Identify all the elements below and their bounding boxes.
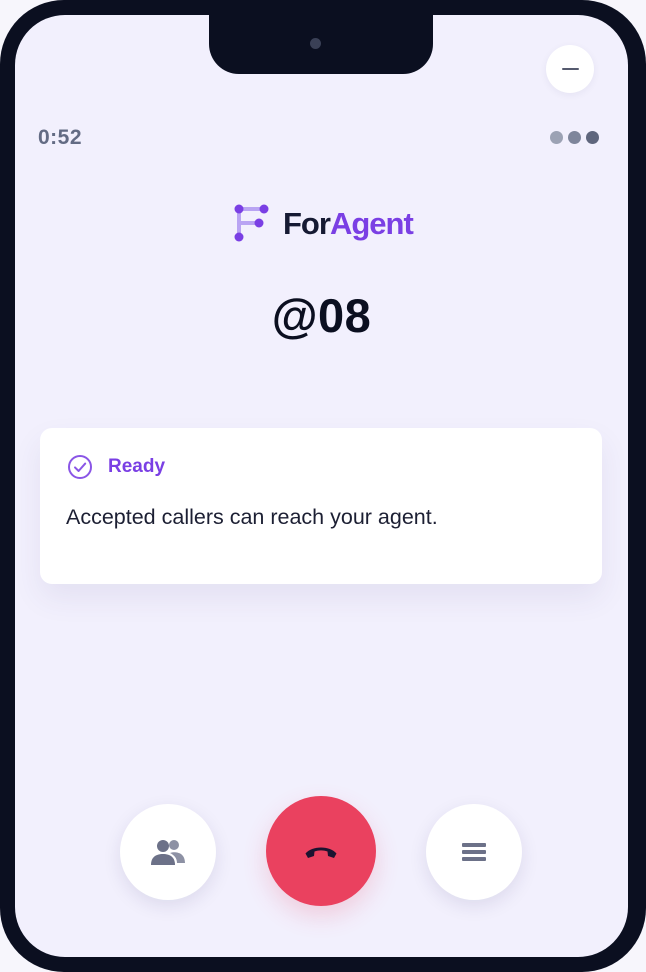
phone-frame: 0:52 ForAgent @08 Ready Accepted callers… bbox=[0, 0, 646, 972]
brand-name-agent: Agent bbox=[329, 205, 414, 241]
menu-lines-icon bbox=[462, 840, 486, 865]
camera-icon bbox=[310, 38, 321, 49]
status-title: Ready bbox=[108, 456, 166, 477]
foragent-logo-icon bbox=[234, 204, 269, 242]
indicator-dot bbox=[550, 131, 563, 144]
people-icon bbox=[151, 840, 185, 865]
minus-icon bbox=[561, 68, 579, 70]
call-screen: 0:52 ForAgent @08 Ready Accepted callers… bbox=[15, 15, 628, 957]
menu-button[interactable] bbox=[426, 804, 522, 900]
status-card: Ready Accepted callers can reach your ag… bbox=[40, 428, 602, 584]
connection-indicator bbox=[550, 131, 599, 144]
check-circle-icon bbox=[68, 455, 92, 479]
brand-name-for: For bbox=[283, 205, 331, 241]
brand-logo: ForAgent bbox=[233, 203, 414, 243]
agent-handle: @08 bbox=[271, 289, 372, 342]
status-header: Ready bbox=[67, 454, 165, 480]
call-timer: 0:52 bbox=[38, 126, 83, 149]
brand-name: ForAgent bbox=[283, 205, 414, 241]
notch bbox=[209, 15, 433, 74]
end-call-button[interactable] bbox=[266, 796, 376, 906]
indicator-dot bbox=[586, 131, 599, 144]
status-message: Accepted callers can reach your agent. bbox=[66, 505, 438, 529]
participants-button[interactable] bbox=[120, 804, 216, 900]
phone-hangup-icon bbox=[305, 847, 337, 858]
indicator-dot bbox=[568, 131, 581, 144]
minimize-button[interactable] bbox=[546, 45, 594, 93]
